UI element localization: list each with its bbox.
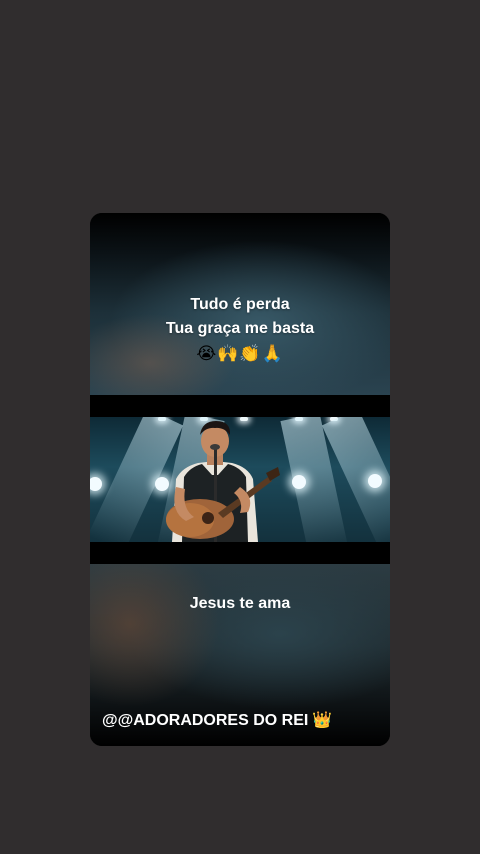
story-top-background: Tudo é perda Tua graça me basta 😭🙌👏🙏	[90, 213, 390, 395]
caption-bottom: Jesus te ama	[189, 595, 291, 612]
letterbox-top	[90, 395, 390, 417]
letterbox-bottom	[90, 542, 390, 564]
story-card[interactable]: Tudo é perda Tua graça me basta 😭🙌👏🙏 Jes…	[90, 213, 390, 746]
account-handle[interactable]: @@ADORADORES DO REI 👑	[102, 709, 332, 732]
crown-icon: 👑	[312, 710, 333, 729]
singer-with-guitar	[166, 421, 280, 542]
caption-line-2: Tua graça me basta	[165, 320, 315, 337]
emoji-reactions: 😭🙌👏🙏	[196, 344, 284, 364]
story-screen: Tudo é perda Tua graça me basta 😭🙌👏🙏 Jes…	[0, 0, 480, 854]
caption-line-1: Tudo é perda	[190, 296, 290, 313]
video-frame[interactable]	[90, 417, 390, 542]
handle-text: @@ADORADORES DO REI	[102, 712, 309, 729]
